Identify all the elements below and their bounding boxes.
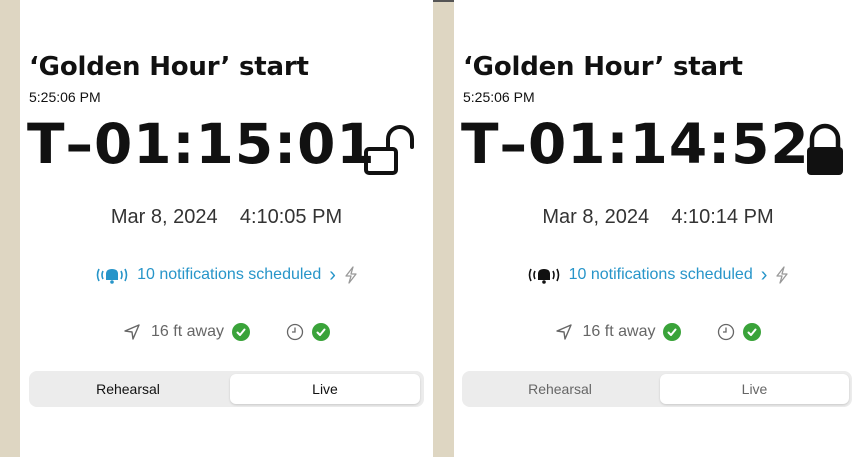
lock-icon[interactable] [798,123,852,177]
distance-label: 16 ft away [151,323,224,340]
chevron-right-icon: › [329,264,336,286]
notifications-label: 10 notifications scheduled [568,266,753,283]
check-icon [311,323,330,341]
countdown-timer: T–01:14:52 [461,112,810,176]
event-panel-left: ‘Golden Hour’ start 5:25:06 PM T–01:15:0… [20,0,433,457]
current-date: Mar 8, 2024 [542,206,650,228]
bolt-icon[interactable] [344,266,358,284]
clock-icon [286,323,304,341]
location-arrow-icon [555,324,572,340]
window-divider [433,0,454,2]
notifications-row[interactable]: 10 notifications scheduled › [454,264,862,286]
event-start-time: 5:25:06 PM [463,89,535,105]
check-icon [663,323,682,341]
mode-segmented-control: Rehearsal Live [29,371,424,407]
event-panel-right: ‘Golden Hour’ start 5:25:06 PM T–01:14:5… [454,0,862,457]
bell-icon [528,268,559,284]
distance-label: 16 ft away [582,323,656,340]
notifications-label: 10 notifications scheduled [137,266,322,283]
bell-icon [96,268,128,284]
notifications-row[interactable]: 10 notifications scheduled › [20,264,433,286]
status-row: 16 ft away [20,323,433,341]
countdown-timer: T–01:15:01 [27,112,376,176]
segment-rehearsal[interactable]: Rehearsal [33,374,223,404]
current-clock: 4:10:05 PM [239,206,343,228]
mode-segmented-control: Rehearsal Live [462,371,852,407]
check-icon [743,323,762,341]
segment-rehearsal[interactable]: Rehearsal [466,374,654,404]
current-clock: 4:10:14 PM [671,206,774,228]
event-title: ‘Golden Hour’ start [463,52,743,82]
event-start-time: 5:25:06 PM [29,89,101,105]
segment-live[interactable]: Live [660,374,849,404]
current-date: Mar 8, 2024 [110,206,218,228]
lock-open-icon[interactable] [362,123,416,177]
status-row: 16 ft away [454,323,862,341]
segment-live[interactable]: Live [230,374,420,404]
chevron-right-icon: › [760,264,768,286]
clock-icon [718,323,735,341]
bolt-icon[interactable] [775,266,789,284]
location-arrow-icon [124,324,140,340]
current-datetime: Mar 8, 2024 4:10:05 PM [20,206,433,229]
check-icon [231,323,250,341]
current-datetime: Mar 8, 2024 4:10:14 PM [454,206,862,229]
event-title: ‘Golden Hour’ start [29,52,309,82]
